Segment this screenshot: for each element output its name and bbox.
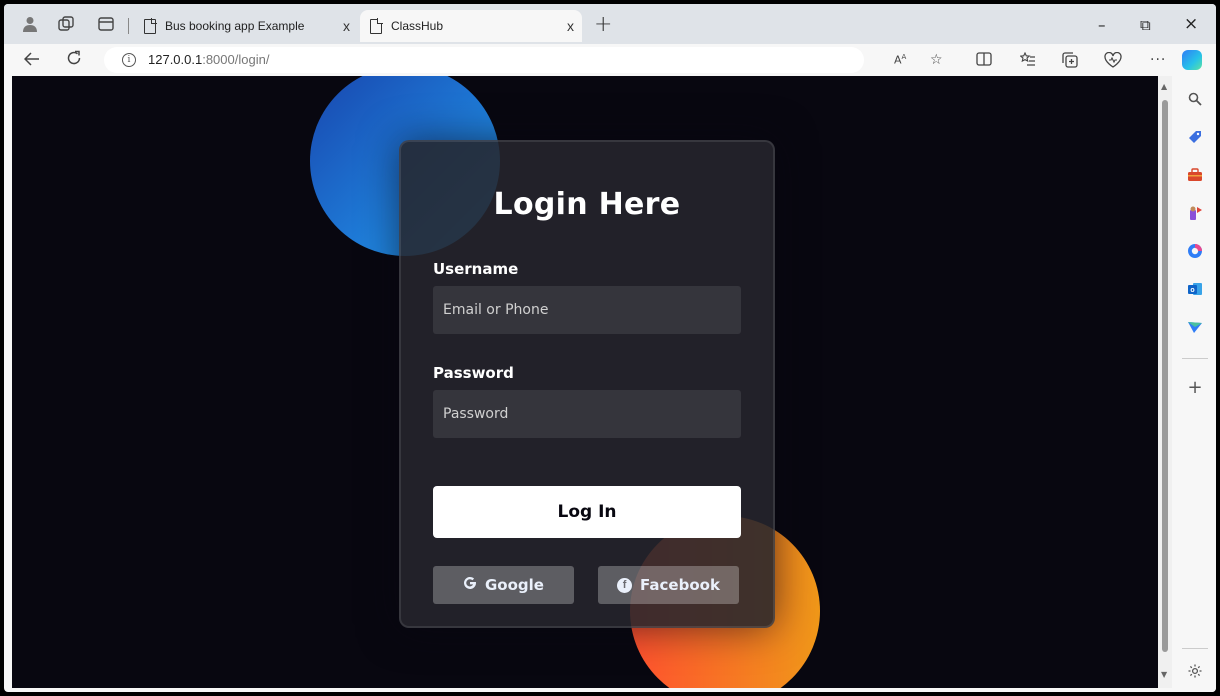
sidebar-divider xyxy=(1182,648,1208,649)
add-sidebar-app-icon[interactable]: + xyxy=(1186,377,1204,398)
workspaces-icon[interactable] xyxy=(56,14,76,34)
profile-icon[interactable] xyxy=(20,14,40,34)
page-icon xyxy=(144,17,157,34)
microsoft-365-icon[interactable] xyxy=(1186,242,1204,260)
split-screen-icon[interactable] xyxy=(976,52,992,70)
facebook-icon: f xyxy=(617,577,633,593)
url-text[interactable]: 127.0.0.1:8000/login/ xyxy=(148,52,269,67)
google-label: Google xyxy=(485,576,544,594)
games-icon[interactable] xyxy=(1186,204,1204,222)
tab-close-button[interactable]: x xyxy=(567,18,574,34)
page-icon xyxy=(370,17,383,34)
sidebar-divider xyxy=(1182,358,1208,359)
google-login-button[interactable]: Google xyxy=(433,566,574,604)
browser-essentials-icon[interactable] xyxy=(1104,51,1122,72)
back-icon[interactable] xyxy=(23,50,40,71)
facebook-login-button[interactable]: f Facebook xyxy=(598,566,739,604)
outlook-icon[interactable]: o xyxy=(1186,280,1204,298)
svg-text:o: o xyxy=(1190,287,1194,294)
more-menu-icon[interactable]: ··· xyxy=(1150,52,1166,68)
favorites-icon[interactable] xyxy=(1019,51,1036,70)
close-window-button[interactable]: × xyxy=(1184,14,1198,34)
scroll-thumb[interactable] xyxy=(1162,100,1168,652)
login-title: Login Here xyxy=(493,187,681,222)
minimize-button[interactable]: – xyxy=(1098,16,1106,34)
sidebar-settings-gear-icon[interactable] xyxy=(1186,662,1204,680)
read-aloud-icon[interactable]: AA xyxy=(894,53,906,67)
drop-send-icon[interactable] xyxy=(1186,318,1204,336)
page-scrollbar[interactable]: ▲ ▼ xyxy=(1158,76,1172,688)
browser-window: Bus booking app Example x ClassHub x + –… xyxy=(4,4,1216,692)
login-form: Login Here Username Password Log In Goog… xyxy=(399,140,775,628)
tab-actions-icon[interactable] xyxy=(96,14,116,34)
tab-bar: Bus booking app Example x ClassHub x + –… xyxy=(4,4,1216,44)
scroll-up-arrow[interactable]: ▲ xyxy=(1161,82,1167,91)
shopping-tag-icon[interactable] xyxy=(1186,128,1204,146)
password-label: Password xyxy=(433,364,514,382)
copilot-icon[interactable] xyxy=(1182,50,1202,70)
favorite-star-icon[interactable]: ☆ xyxy=(930,52,943,68)
new-tab-button[interactable]: + xyxy=(594,12,612,37)
tab-separator xyxy=(128,18,129,34)
tab-close-button[interactable]: x xyxy=(343,18,350,34)
tab-classhub[interactable]: ClassHub x xyxy=(360,10,582,42)
username-input[interactable] xyxy=(433,286,741,334)
tab-bus-booking[interactable]: Bus booking app Example x xyxy=(134,10,356,42)
facebook-label: Facebook xyxy=(640,576,720,594)
page-viewport: Login Here Username Password Log In Goog… xyxy=(12,76,1158,688)
scroll-down-arrow[interactable]: ▼ xyxy=(1161,670,1167,679)
edge-sidebar: o + xyxy=(1174,76,1216,692)
tab-title: ClassHub xyxy=(391,19,444,33)
tab-title: Bus booking app Example xyxy=(165,19,305,33)
tools-briefcase-icon[interactable] xyxy=(1186,166,1204,184)
username-label: Username xyxy=(433,260,519,278)
url-path: :8000/login/ xyxy=(202,52,270,67)
google-icon xyxy=(463,576,477,594)
address-row: i 127.0.0.1:8000/login/ AA ☆ ··· xyxy=(4,44,1216,76)
password-input[interactable] xyxy=(433,390,741,438)
search-icon[interactable] xyxy=(1186,90,1204,108)
url-host: 127.0.0.1 xyxy=(148,52,203,67)
restore-button[interactable]: ⧉ xyxy=(1140,16,1151,34)
collections-icon[interactable] xyxy=(1062,52,1078,72)
site-info-icon[interactable]: i xyxy=(122,53,136,67)
login-button[interactable]: Log In xyxy=(433,486,741,538)
refresh-icon[interactable] xyxy=(66,50,82,71)
